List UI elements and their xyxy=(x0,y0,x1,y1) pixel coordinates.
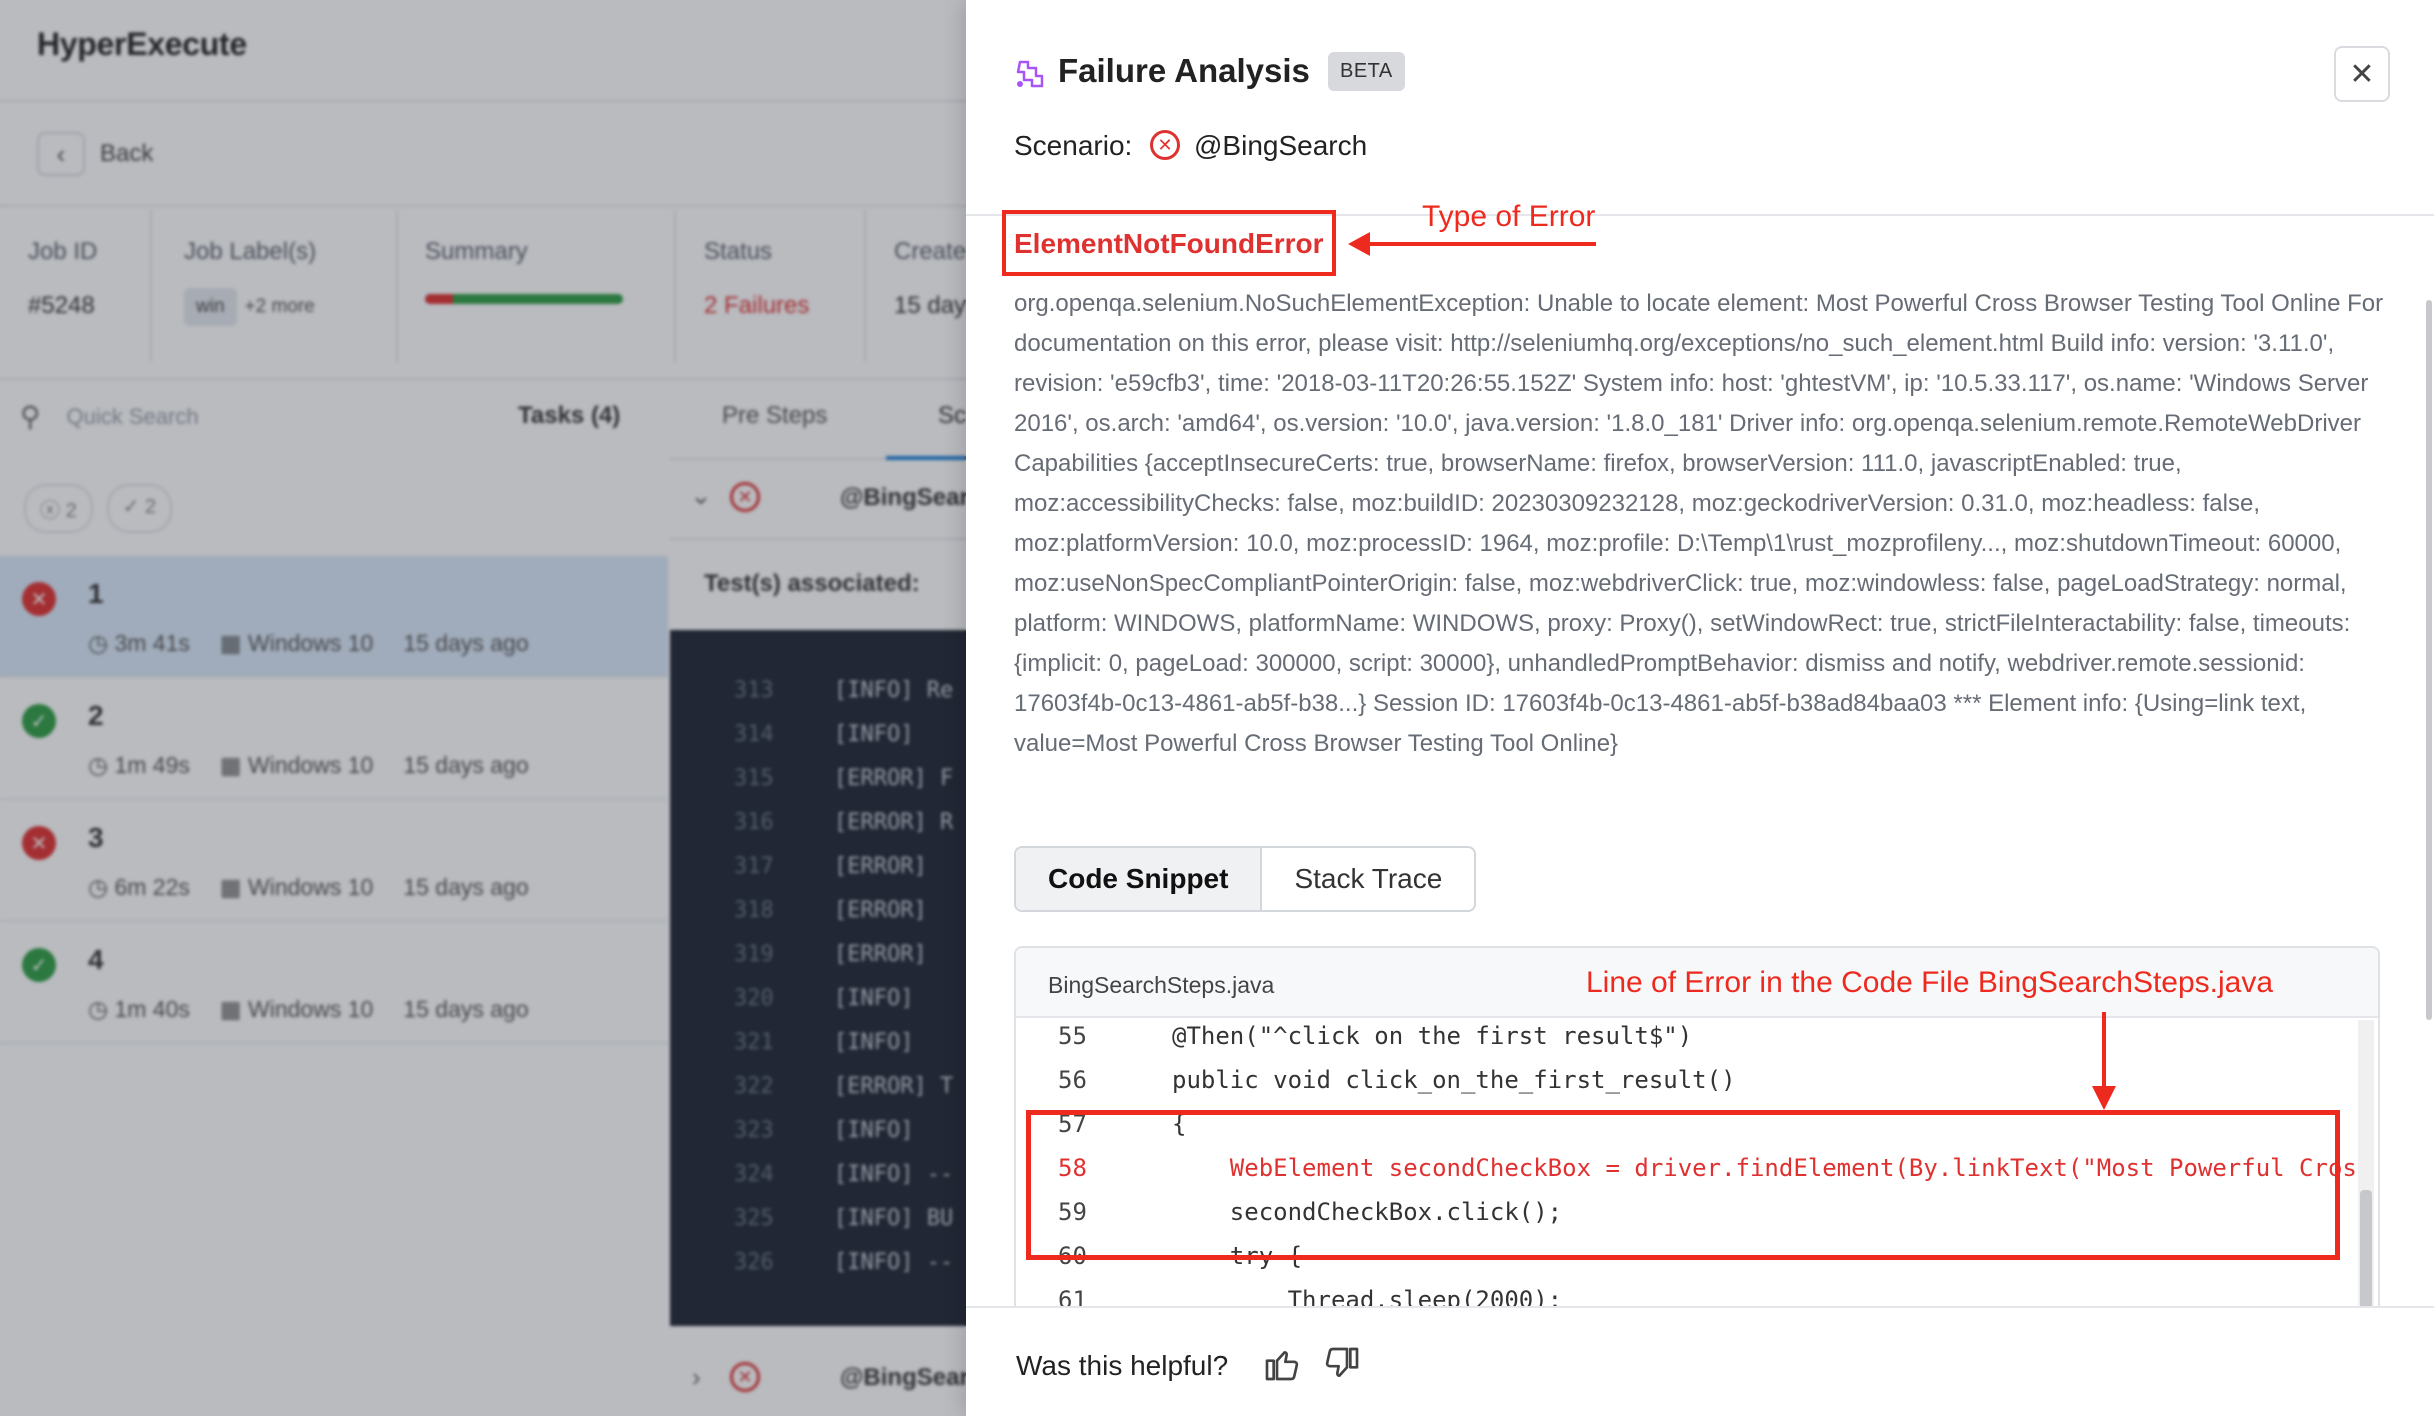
annotation-arrow-down xyxy=(2092,1012,2116,1110)
scenario-label: Scenario: xyxy=(1014,130,1133,161)
tab-code-snippet[interactable]: Code Snippet xyxy=(1016,848,1263,910)
code-file-name: BingSearchSteps.java xyxy=(1048,972,1275,998)
error-line-highlight-box xyxy=(1026,1110,2340,1260)
close-icon: ✕ xyxy=(2349,57,2375,91)
close-button[interactable]: ✕ xyxy=(2334,46,2390,102)
code-line: 56 public void click_on_the_first_result(… xyxy=(1016,1066,2378,1110)
code-line-text: @Then("^click on the first result$") xyxy=(1172,1022,1693,1050)
scenario-name: @BingSearch xyxy=(1194,130,1368,161)
code-line-number: 56 xyxy=(1058,1066,1087,1094)
drawer-header: Failure Analysis BETA ✕ Scenario: ✕ @Bin… xyxy=(966,0,2434,216)
beta-badge: BETA xyxy=(1328,52,1405,91)
error-type: ElementNotFoundError xyxy=(1014,228,1324,259)
code-line-number: 55 xyxy=(1058,1022,1087,1050)
annotation-error-line: Line of Error in the Code File BingSearc… xyxy=(1586,966,2274,999)
code-scrollbar[interactable] xyxy=(2358,1020,2374,1320)
thumbs-down-icon[interactable] xyxy=(1322,1344,1362,1384)
scroll-thumb[interactable] xyxy=(2360,1190,2372,1310)
ai-sparkle-icon xyxy=(1016,60,1044,88)
failed-icon: ✕ xyxy=(1150,130,1180,160)
code-file-header: BingSearchSteps.java Line of Error in th… xyxy=(1016,948,2378,1018)
view-toggle: Code Snippet Stack Trace xyxy=(1014,846,1477,912)
failure-analysis-drawer: Failure Analysis BETA ✕ Scenario: ✕ @Bin… xyxy=(966,0,2434,1416)
modal-backdrop[interactable] xyxy=(0,0,966,1416)
tab-stack-trace[interactable]: Stack Trace xyxy=(1262,848,1474,910)
helpful-question: Was this helpful? xyxy=(1016,1350,1229,1381)
thumbs-up-icon[interactable] xyxy=(1262,1344,1302,1384)
drawer-title: Failure Analysis xyxy=(1058,52,1310,89)
code-line-text: public void click_on_the_first_result() xyxy=(1172,1066,1736,1094)
drawer-scrollbar[interactable] xyxy=(2426,300,2432,1020)
error-message: org.openqa.selenium.NoSuchElementExcepti… xyxy=(1014,290,2384,757)
code-line: 55 @Then("^click on the first result$") xyxy=(1016,1022,2378,1066)
annotation-error-type: Type of Error xyxy=(1422,200,1596,233)
feedback-footer: Was this helpful? xyxy=(966,1306,2434,1416)
